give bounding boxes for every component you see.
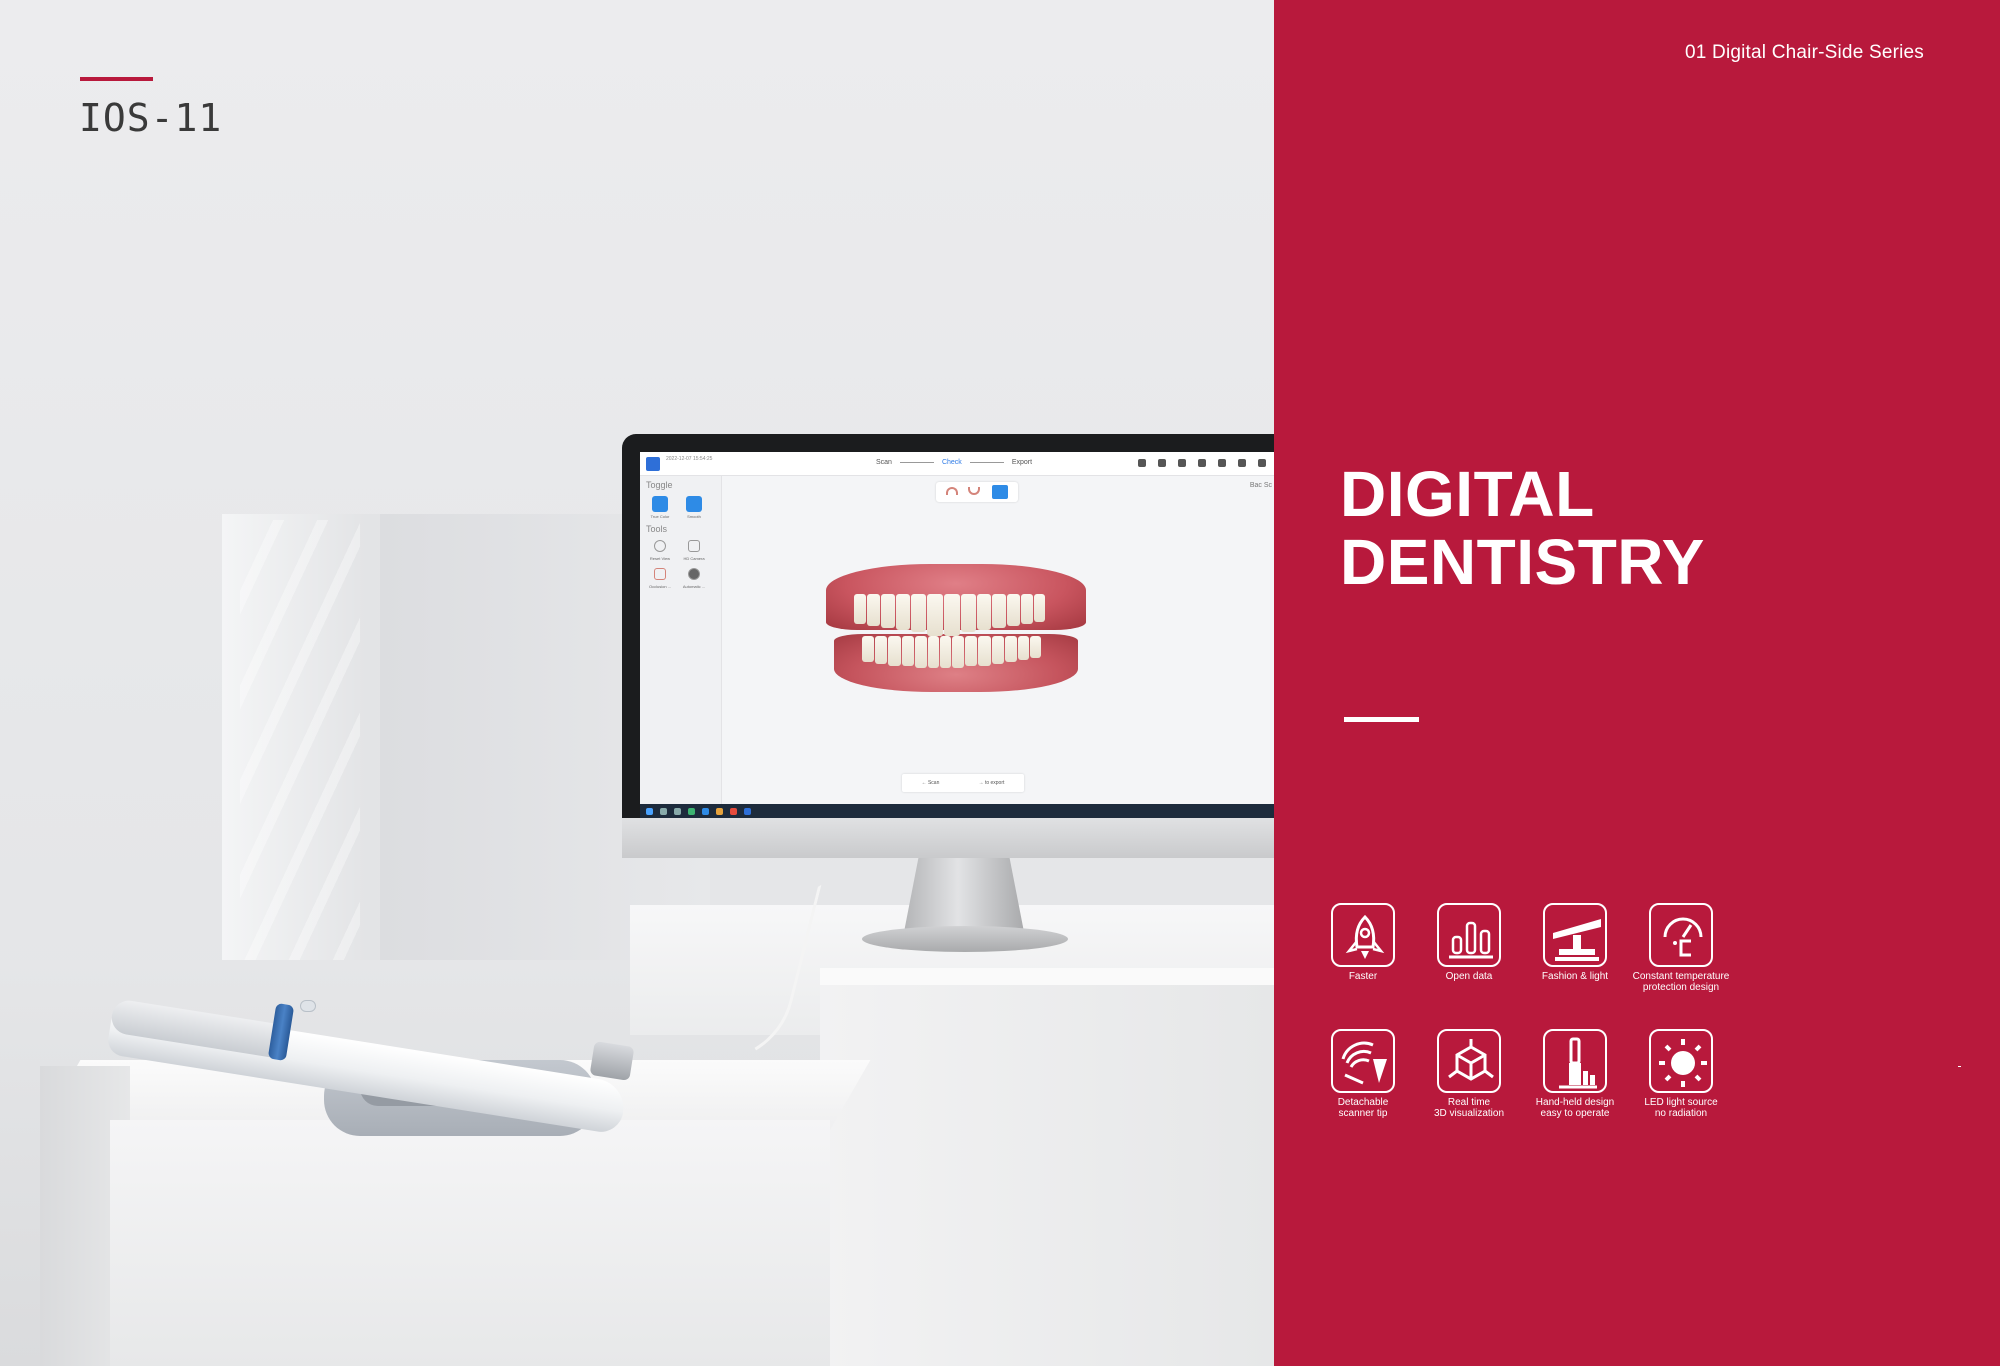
series-label: 01 Digital Chair-Side Series xyxy=(1685,42,1924,63)
leaf-shadow xyxy=(240,520,360,1020)
feature-faster: Faster xyxy=(1308,903,1418,982)
rocket-icon xyxy=(1331,903,1395,967)
accent-line xyxy=(80,77,153,81)
feature-label: Constant temperature protection design xyxy=(1632,971,1730,993)
minimize-icon xyxy=(1238,459,1246,467)
back-to-scan-button: ← Scan xyxy=(921,780,940,786)
step-export: Export xyxy=(1011,459,1033,466)
upper-jaw-icon xyxy=(946,487,958,495)
monitor-stand-base xyxy=(862,926,1068,952)
step-divider xyxy=(969,462,1004,463)
scanner-cable-end xyxy=(589,1041,635,1081)
balance-icon xyxy=(1543,903,1607,967)
feature-constant-temperature: Constant temperature protection design xyxy=(1626,903,1736,993)
3d-cube-icon xyxy=(1437,1029,1501,1093)
tools-heading: Tools xyxy=(646,524,668,534)
automatic-label: Automatic ... xyxy=(682,584,706,589)
feature-label: Open data xyxy=(1445,971,1493,982)
monitor-chin xyxy=(622,818,1274,858)
smooth-label: Smooth xyxy=(687,514,701,519)
step-scan: Scan xyxy=(876,459,892,466)
scanner-tip-icon xyxy=(1331,1029,1395,1093)
monitor-stand xyxy=(904,858,1024,932)
automatic-icon xyxy=(688,568,700,580)
feature-led-light: LED light source no radiation xyxy=(1626,1029,1736,1119)
hand-held-icon xyxy=(1543,1029,1607,1093)
app-toolbar-icons xyxy=(1138,459,1266,467)
app-bottom-buttons: ← Scan → to export xyxy=(902,774,1024,792)
camera-icon xyxy=(1138,459,1146,467)
lower-teeth xyxy=(862,636,1041,668)
feature-label: Detachable scanner tip xyxy=(1337,1097,1389,1119)
share-icon xyxy=(1198,459,1206,467)
hd-camera-label: HD Camera xyxy=(683,556,705,561)
view-label: Bac Sc xyxy=(1249,482,1272,489)
headline-line-2: DENTISTRY xyxy=(1340,526,1705,598)
product-photo: 2022-12-07 15:54:25 Scan Check Export To… xyxy=(0,0,1274,1366)
pedestal-right xyxy=(820,985,1274,1366)
view-toggle xyxy=(936,482,1018,502)
bar-chart-icon xyxy=(1437,903,1501,967)
pedestal-left xyxy=(110,1120,830,1366)
feature-fashion-light: Fashion & light xyxy=(1520,903,1630,982)
app-logo-icon xyxy=(646,457,660,471)
app-sidebar: Toggle True Color Smooth Tools Reset Vie… xyxy=(640,476,722,806)
feature-open-data: Open data xyxy=(1414,903,1524,982)
close-icon xyxy=(1258,459,1266,467)
product-name: IOS-11 xyxy=(79,96,223,140)
magnifier-icon xyxy=(654,540,666,552)
hd-camera-icon xyxy=(688,540,700,552)
true-color-icon xyxy=(652,496,668,512)
true-color-label: True Color xyxy=(650,514,670,519)
app-step-nav: Scan Check Export xyxy=(876,459,1032,466)
gear-icon xyxy=(1218,459,1226,467)
feature-label: Faster xyxy=(1348,971,1378,982)
feature-label: LED light source no radiation xyxy=(1644,1097,1718,1119)
3d-dental-model xyxy=(826,564,1086,692)
help-icon xyxy=(1178,459,1186,467)
to-export-button: → to export xyxy=(978,780,1005,786)
image-icon xyxy=(1158,459,1166,467)
scanner-button xyxy=(300,1000,316,1012)
thermometer-gauge-icon xyxy=(1649,903,1713,967)
feature-real-time-3d: Real time 3D visualization xyxy=(1414,1029,1524,1119)
step-divider xyxy=(899,462,934,463)
divider-dash xyxy=(1344,717,1419,722)
headline: DIGITAL DENTISTRY xyxy=(1340,460,1705,596)
feature-hand-held: Hand-held design easy to operate xyxy=(1520,1029,1630,1119)
feature-label: Fashion & light xyxy=(1541,971,1609,982)
reset-view-label: Reset View xyxy=(649,556,671,561)
smooth-icon xyxy=(686,496,702,512)
headline-line-1: DIGITAL xyxy=(1340,458,1595,530)
decorative-dot xyxy=(1958,1066,1961,1067)
feature-detachable-tip: Detachable scanner tip xyxy=(1308,1029,1418,1119)
app-timestamp: 2022-12-07 15:54:25 xyxy=(666,456,713,462)
lower-jaw-icon xyxy=(968,487,980,495)
info-panel: 01 Digital Chair-Side Series DIGITAL DEN… xyxy=(1274,0,2000,1366)
occlusion-icon xyxy=(654,568,666,580)
app-toolbar: 2022-12-07 15:54:25 Scan Check Export xyxy=(640,452,1274,476)
both-jaws-icon xyxy=(992,485,1008,499)
toggle-heading: Toggle xyxy=(646,480,673,490)
step-check: Check xyxy=(941,459,962,466)
os-taskbar xyxy=(640,804,1274,818)
feature-label: Hand-held design easy to operate xyxy=(1535,1097,1615,1119)
upper-teeth xyxy=(854,594,1045,636)
monitor-screen: 2022-12-07 15:54:25 Scan Check Export To… xyxy=(640,452,1274,818)
occlusion-label: Occlusion ... xyxy=(648,584,671,589)
sun-icon xyxy=(1649,1029,1713,1093)
feature-label: Real time 3D visualization xyxy=(1433,1097,1505,1119)
